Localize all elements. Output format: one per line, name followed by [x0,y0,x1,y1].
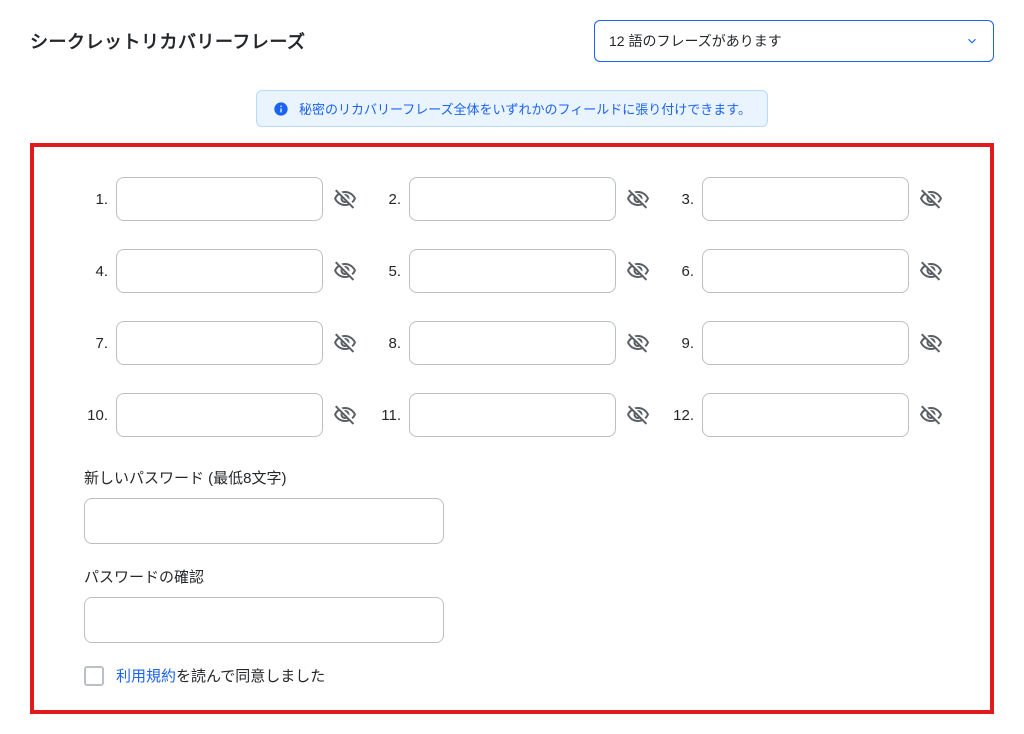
toggle-visibility-button[interactable] [624,403,652,427]
eye-slash-icon [919,187,943,211]
terms-link[interactable]: 利用規約 [116,668,176,685]
eye-slash-icon [919,259,943,283]
seed-word-cell: 3. [670,177,945,221]
new-password-group: 新しいパスワード (最低8文字) [84,467,940,544]
seed-word-input-5[interactable] [409,249,616,293]
seed-word-input-8[interactable] [409,321,616,365]
seed-word-number: 8. [377,335,401,352]
seed-word-number: 1. [84,191,108,208]
chevron-down-icon [965,34,979,48]
page-title: シークレットリカバリーフレーズ [30,28,306,54]
eye-slash-icon [333,331,357,355]
seed-word-number: 10. [84,407,108,424]
seed-word-input-11[interactable] [409,393,616,437]
seed-word-cell: 8. [377,321,652,365]
seed-word-cell: 10. [84,393,359,437]
phrase-count-label: 12 語のフレーズがあります [609,31,782,51]
seed-word-number: 2. [377,191,401,208]
new-password-label: 新しいパスワード (最低8文字) [84,467,940,488]
seed-word-cell: 6. [670,249,945,293]
eye-slash-icon [333,187,357,211]
eye-slash-icon [626,187,650,211]
terms-checkbox[interactable] [84,666,104,686]
seed-word-cell: 7. [84,321,359,365]
seed-word-cell: 9. [670,321,945,365]
eye-slash-icon [626,259,650,283]
info-icon [273,101,289,117]
seed-word-cell: 2. [377,177,652,221]
terms-rest: を読んで同意しました [176,668,325,685]
seed-word-cell: 4. [84,249,359,293]
eye-slash-icon [626,403,650,427]
seed-word-input-3[interactable] [702,177,909,221]
confirm-password-group: パスワードの確認 [84,566,940,643]
seed-word-grid: 1. 2. 3. 4. [84,177,940,437]
info-banner-text: 秘密のリカバリーフレーズ全体をいずれかのフィールドに張り付けできます。 [299,99,751,118]
terms-text: 利用規約を読んで同意しました [116,665,325,686]
seed-word-input-1[interactable] [116,177,323,221]
eye-slash-icon [626,331,650,355]
seed-word-number: 11. [377,407,401,424]
confirm-password-input[interactable] [84,597,444,643]
seed-word-number: 12. [670,407,694,424]
terms-row: 利用規約を読んで同意しました [84,665,940,686]
eye-slash-icon [919,331,943,355]
seed-word-input-7[interactable] [116,321,323,365]
toggle-visibility-button[interactable] [917,331,945,355]
toggle-visibility-button[interactable] [624,187,652,211]
eye-slash-icon [333,403,357,427]
seed-word-input-10[interactable] [116,393,323,437]
eye-slash-icon [919,403,943,427]
seed-word-number: 9. [670,335,694,352]
seed-word-cell: 5. [377,249,652,293]
toggle-visibility-button[interactable] [331,259,359,283]
seed-word-cell: 12. [670,393,945,437]
toggle-visibility-button[interactable] [331,331,359,355]
seed-word-input-2[interactable] [409,177,616,221]
seed-word-input-9[interactable] [702,321,909,365]
toggle-visibility-button[interactable] [624,331,652,355]
toggle-visibility-button[interactable] [917,187,945,211]
form-container: 1. 2. 3. 4. [30,143,994,714]
seed-word-cell: 11. [377,393,652,437]
seed-word-number: 5. [377,263,401,280]
seed-word-cell: 1. [84,177,359,221]
phrase-count-select[interactable]: 12 語のフレーズがあります [594,20,994,62]
info-banner: 秘密のリカバリーフレーズ全体をいずれかのフィールドに張り付けできます。 [256,90,768,127]
toggle-visibility-button[interactable] [331,187,359,211]
new-password-input[interactable] [84,498,444,544]
seed-word-number: 4. [84,263,108,280]
toggle-visibility-button[interactable] [917,403,945,427]
seed-word-input-6[interactable] [702,249,909,293]
toggle-visibility-button[interactable] [624,259,652,283]
seed-word-number: 7. [84,335,108,352]
confirm-password-label: パスワードの確認 [84,566,940,587]
header-row: シークレットリカバリーフレーズ 12 語のフレーズがあります [30,20,994,62]
toggle-visibility-button[interactable] [917,259,945,283]
seed-word-number: 6. [670,263,694,280]
seed-word-input-12[interactable] [702,393,909,437]
seed-word-number: 3. [670,191,694,208]
eye-slash-icon [333,259,357,283]
toggle-visibility-button[interactable] [331,403,359,427]
seed-word-input-4[interactable] [116,249,323,293]
